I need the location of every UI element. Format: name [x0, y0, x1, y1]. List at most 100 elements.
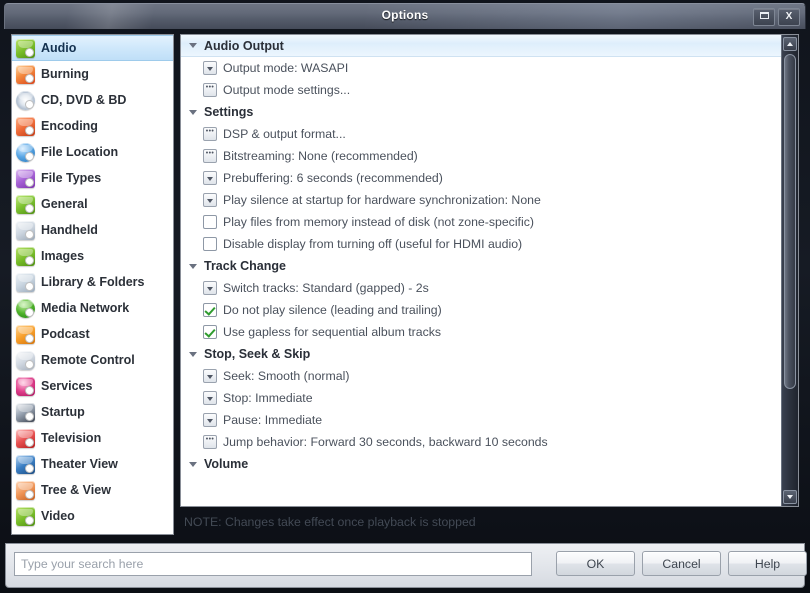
ok-button[interactable]: OK — [556, 551, 635, 576]
option-label: Play silence at startup for hardware syn… — [223, 193, 541, 207]
scroll-down-button[interactable] — [783, 490, 797, 504]
sidebar-item-label: Images — [41, 249, 85, 263]
dropdown-arrow-icon[interactable] — [203, 61, 217, 75]
scroll-up-button[interactable] — [783, 37, 797, 51]
ellipsis-icon[interactable] — [203, 147, 217, 163]
sidebar-item-label: File Types — [41, 171, 102, 185]
sidebar-item-media-network[interactable]: Media Network — [12, 295, 173, 321]
sidebar-item-podcast[interactable]: Podcast — [12, 321, 173, 347]
sidebar-item-handheld[interactable]: Handheld — [12, 217, 173, 243]
checkbox-icon[interactable] — [203, 237, 217, 251]
option-row[interactable]: Do not play silence (leading and trailin… — [181, 299, 782, 321]
option-row[interactable]: Play silence at startup for hardware syn… — [181, 189, 782, 211]
icon-badge — [25, 359, 34, 369]
icon-badge — [25, 463, 34, 473]
video-icon — [16, 506, 35, 526]
dropdown-arrow-icon[interactable] — [203, 171, 217, 185]
sidebar-item-services[interactable]: Services — [12, 373, 173, 399]
television-icon — [16, 428, 35, 448]
section-title: Settings — [204, 105, 254, 119]
dropdown-arrow-icon[interactable] — [203, 369, 217, 383]
help-button[interactable]: Help — [728, 551, 807, 576]
option-row[interactable]: Output mode settings... — [181, 79, 782, 101]
sidebar-item-tree-view[interactable]: Tree & View — [12, 477, 173, 503]
icon-badge — [25, 307, 34, 317]
sidebar-item-label: File Location — [41, 145, 119, 159]
encoding-icon — [16, 116, 35, 136]
options-dialog-window: Options X Audio Burning CD, DVD & BD Encodi… — [0, 0, 810, 593]
option-row[interactable]: Prebuffering: 6 seconds (recommended) — [181, 167, 782, 189]
sidebar-item-encoding[interactable]: Encoding — [12, 113, 173, 139]
dropdown-arrow-icon[interactable] — [203, 281, 217, 295]
audio-icon — [16, 38, 35, 58]
option-row[interactable]: Disable display from turning off (useful… — [181, 233, 782, 255]
settings-scrollbar[interactable] — [781, 35, 798, 506]
option-row[interactable]: Pause: Immediate — [181, 409, 782, 431]
sidebar-item-label: Theater View — [41, 457, 118, 471]
media-network-icon — [16, 298, 35, 318]
option-label: Seek: Smooth (normal) — [223, 369, 350, 383]
chevron-down-icon — [189, 109, 197, 115]
sidebar-item-file-location[interactable]: File Location — [12, 139, 173, 165]
sidebar-item-audio[interactable]: Audio — [12, 35, 173, 61]
section-header-track-change[interactable]: Track Change — [181, 255, 782, 277]
dropdown-arrow-icon[interactable] — [203, 391, 217, 405]
settings-panel: Audio Output Output mode: WASAPI Output mo… — [180, 34, 799, 507]
option-row[interactable]: Bitstreaming: None (recommended) — [181, 145, 782, 167]
chevron-down-icon — [189, 43, 197, 48]
sidebar-item-label: General — [41, 197, 88, 211]
option-row[interactable]: DSP & output format... — [181, 123, 782, 145]
dropdown-arrow-icon[interactable] — [203, 413, 217, 427]
file-location-icon — [16, 142, 35, 162]
general-icon — [16, 194, 35, 214]
cancel-button[interactable]: Cancel — [642, 551, 721, 576]
sidebar-item-label: CD, DVD & BD — [41, 93, 127, 107]
maximize-button[interactable] — [753, 8, 775, 26]
section-title: Audio Output — [204, 38, 284, 53]
sidebar-item-images[interactable]: Images — [12, 243, 173, 269]
ellipsis-icon[interactable] — [203, 125, 217, 141]
sidebar-item-remote-control[interactable]: Remote Control — [12, 347, 173, 373]
sidebar-item-startup[interactable]: Startup — [12, 399, 173, 425]
sidebar-item-burning[interactable]: Burning — [12, 61, 173, 87]
option-row[interactable]: Use gapless for sequential album tracks — [181, 321, 782, 343]
dropdown-arrow-icon[interactable] — [203, 193, 217, 207]
scrollbar-thumb[interactable] — [784, 54, 796, 389]
icon-badge — [25, 229, 34, 239]
option-label: Bitstreaming: None (recommended) — [223, 149, 418, 163]
title-bar[interactable]: Options X — [4, 3, 806, 29]
sidebar-item-label: Handheld — [41, 223, 98, 237]
option-row[interactable]: Switch tracks: Standard (gapped) - 2s — [181, 277, 782, 299]
option-label: DSP & output format... — [223, 127, 346, 141]
sidebar-item-theater-view[interactable]: Theater View — [12, 451, 173, 477]
sidebar-item-file-types[interactable]: File Types — [12, 165, 173, 191]
section-header-settings[interactable]: Settings — [181, 101, 782, 123]
sidebar-item-television[interactable]: Television — [12, 425, 173, 451]
sidebar-item-library-folders[interactable]: Library & Folders — [12, 269, 173, 295]
section-header-volume[interactable]: Volume — [181, 453, 782, 475]
section-header-audio-output[interactable]: Audio Output — [181, 35, 782, 57]
icon-badge — [25, 73, 34, 83]
sidebar-item-label: Television — [41, 431, 102, 445]
sidebar-item-video[interactable]: Video — [12, 503, 173, 529]
option-row[interactable]: Jump behavior: Forward 30 seconds, backw… — [181, 431, 782, 453]
settings-scroll-area: Audio Output Output mode: WASAPI Output mo… — [181, 35, 782, 506]
sidebar-item-cd-dvd-bd[interactable]: CD, DVD & BD — [12, 87, 173, 113]
checkbox-icon[interactable] — [203, 303, 217, 317]
section-header-stop-seek-skip[interactable]: Stop, Seek & Skip — [181, 343, 782, 365]
option-row[interactable]: Seek: Smooth (normal) — [181, 365, 782, 387]
handheld-icon — [16, 220, 35, 240]
option-label: Output mode: WASAPI — [223, 61, 349, 75]
sidebar-item-general[interactable]: General — [12, 191, 173, 217]
ellipsis-icon[interactable] — [203, 81, 217, 97]
ellipsis-icon[interactable] — [203, 433, 217, 449]
checkbox-icon[interactable] — [203, 325, 217, 339]
category-sidebar[interactable]: Audio Burning CD, DVD & BD Encoding File Loc… — [11, 34, 174, 535]
option-row[interactable]: Play files from memory instead of disk (… — [181, 211, 782, 233]
close-button[interactable]: X — [778, 8, 800, 26]
option-row[interactable]: Output mode: WASAPI — [181, 57, 782, 79]
option-row[interactable]: Stop: Immediate — [181, 387, 782, 409]
checkbox-icon[interactable] — [203, 215, 217, 229]
search-input[interactable] — [14, 552, 532, 576]
icon-badge — [25, 255, 34, 265]
